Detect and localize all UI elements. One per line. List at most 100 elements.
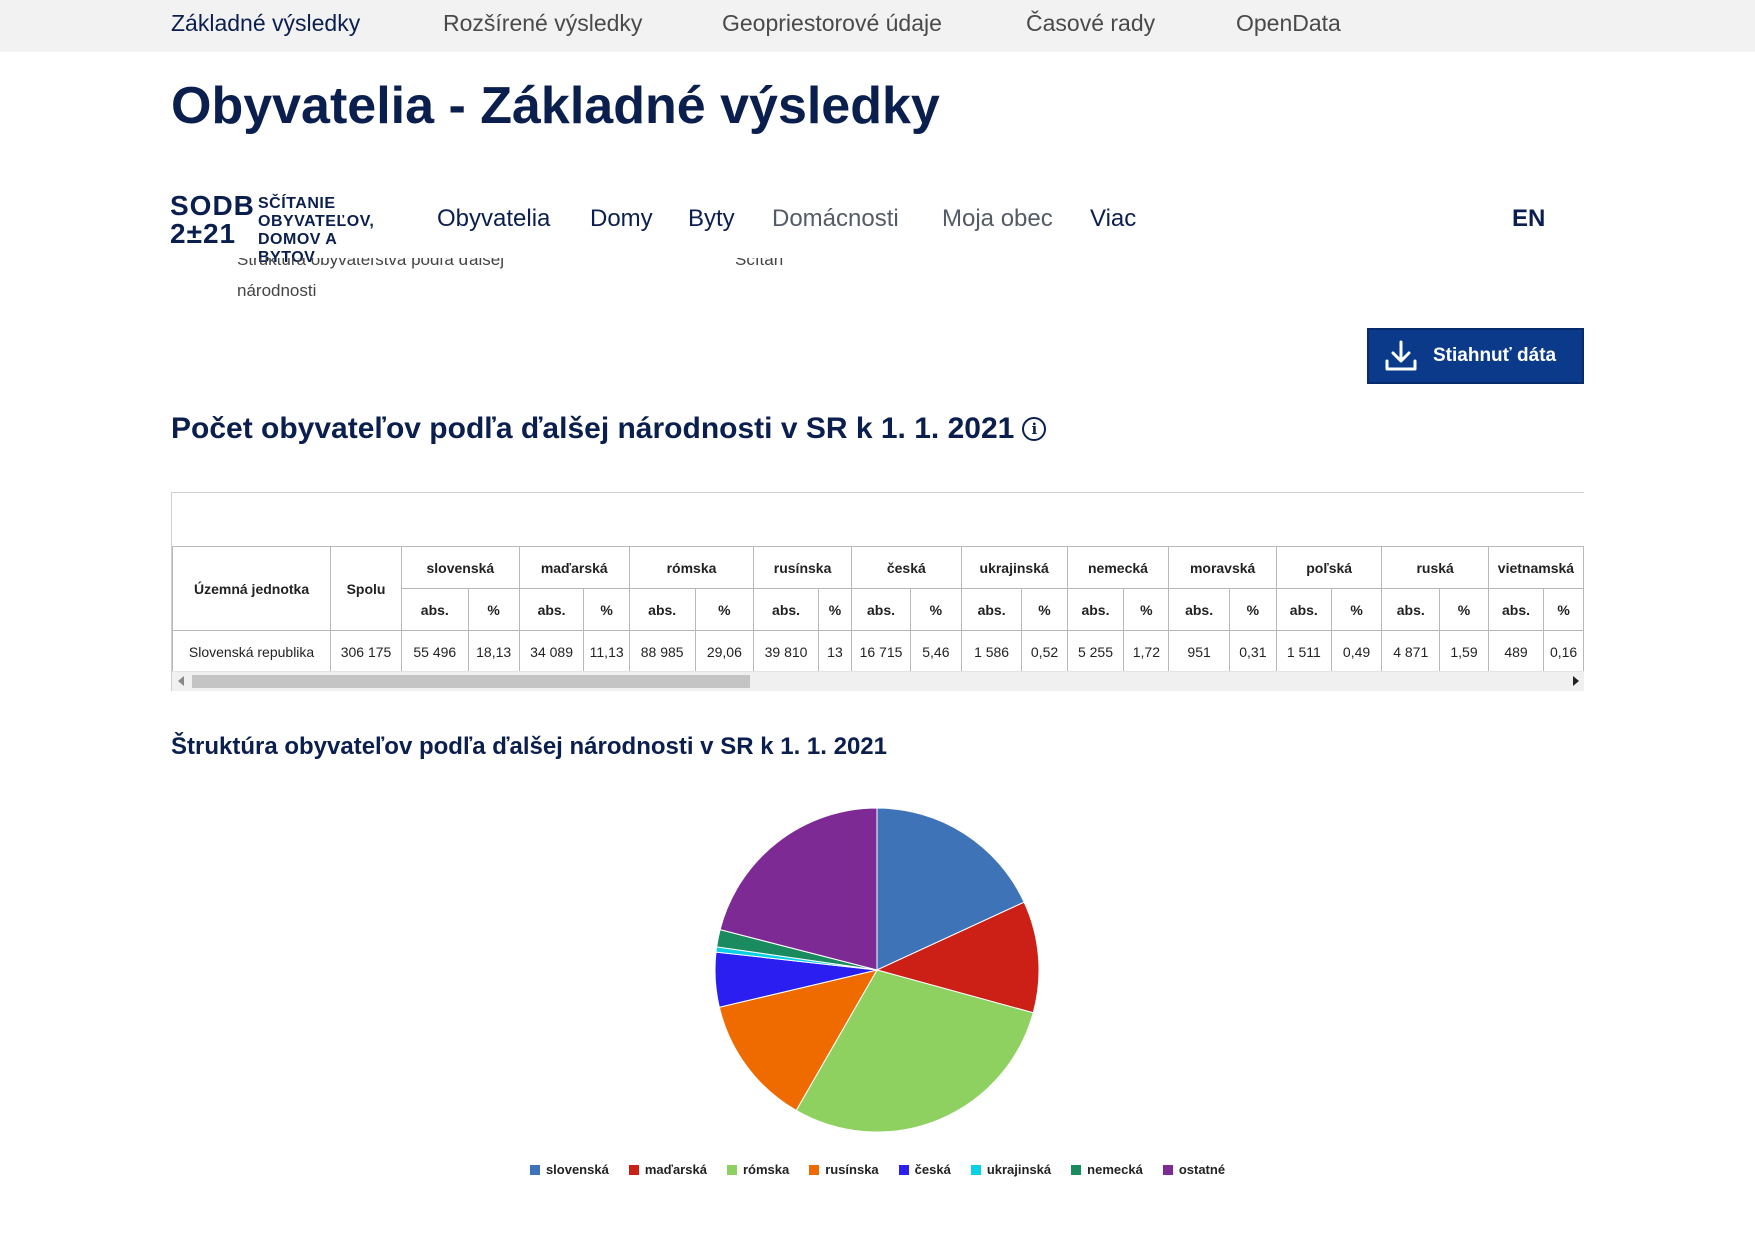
cell-total: 306 175 [330,630,402,673]
legend-item[interactable]: ukrajinská [970,1162,1052,1177]
legend-label: maďarská [644,1162,707,1177]
top-tabs-bar: Základné výsledky Rozšírené výsledky Geo… [0,0,1755,52]
cell-pct: 29,06 [694,630,755,673]
sub-header-pct: % [1228,588,1277,631]
group-header: slovenská [400,546,520,589]
legend-label: slovenská [545,1162,609,1177]
nav-byty[interactable]: Byty [688,205,735,233]
tab-rozsirene-vysledky[interactable]: Rozšírené výsledky [443,10,642,37]
group-header: moravská [1168,546,1277,589]
logo-mark-line2: 2±21 [170,218,237,249]
sub-header-abs: abs. [753,588,819,631]
tab-casove-rady[interactable]: Časové rady [1026,10,1155,37]
nav-domacnosti[interactable]: Domácnosti [772,205,899,233]
group-header: ukrajinská [960,546,1068,589]
nav-moja-obec[interactable]: Moja obec [942,205,1053,233]
horizontal-scrollbar[interactable] [172,671,1584,691]
tab-zakladne-vysledky[interactable]: Základné výsledky [171,10,360,37]
cell-pct: 18,13 [467,630,520,673]
language-switch[interactable]: EN [1512,205,1545,233]
legend-swatch [970,1164,981,1175]
legend-swatch [529,1164,540,1175]
cell-pct: 0,52 [1021,630,1068,673]
sub-header-pct: % [910,588,962,631]
logo-mark: SODB 2±21 [170,192,255,248]
pie-chart [714,807,1040,1133]
cell-pct: 0,31 [1228,630,1277,673]
cell-abs: 1 511 [1275,630,1332,673]
col-header-total: Spolu [330,546,402,631]
group-header: poľská [1275,546,1383,589]
legend-item[interactable]: maďarská [628,1162,707,1177]
legend-item[interactable]: rusínska [809,1162,879,1177]
info-icon[interactable]: i [1022,417,1047,441]
legend-item[interactable]: nemecká [1071,1162,1143,1177]
tab-opendata[interactable]: OpenData [1236,10,1341,37]
legend-swatch [1071,1164,1082,1175]
group-header: česká [850,546,962,589]
scroll-left-icon[interactable] [178,676,184,686]
sub-header-pct: % [817,588,852,631]
cell-abs: 16 715 [850,630,912,673]
logo-text: SČÍTANIE OBYVATEĽOV, DOMOV A BYTOV [258,195,390,267]
sub-header-pct: % [1439,588,1489,631]
sub-header-abs: abs. [1381,588,1441,631]
cell-abs: 1 586 [960,630,1023,673]
legend-item[interactable]: slovenská [529,1162,609,1177]
legend-swatch [809,1164,820,1175]
sub-header-abs: abs. [850,588,912,631]
group-header: maďarská [518,546,630,589]
breadcrumb-overlap-2: Sčítan [735,258,805,274]
scroll-right-icon[interactable] [1573,676,1579,686]
download-icon [1385,340,1417,371]
sub-header-pct: % [467,588,520,631]
group-header: rómska [628,546,755,589]
logo-mark-line1: SODB [170,190,255,221]
sub-header-abs: abs. [1275,588,1332,631]
cell-abs: 55 496 [400,630,469,673]
download-label: Stiahnuť dáta [1433,345,1557,366]
cell-abs: 4 871 [1381,630,1441,673]
download-data-button[interactable]: Stiahnuť dáta [1367,328,1584,384]
sub-header-abs: abs. [960,588,1023,631]
sub-header-pct: % [1021,588,1068,631]
legend-label: ukrajinská [986,1162,1052,1177]
legend-item[interactable]: ostatné [1162,1162,1225,1177]
logo-text-line2: OBYVATEĽOV, [258,213,375,230]
cell-abs: 951 [1168,630,1230,673]
breadcrumb-overlap-1: Štruktúra obyvateľstva podľa ďalšej [237,258,537,274]
legend-swatch [726,1164,737,1175]
nav-viac[interactable]: Viac [1090,205,1136,233]
sodb-logo[interactable]: SODB 2±21 SČÍTANIE OBYVATEĽOV, DOMOV A B… [170,192,390,267]
logo-text-line1: SČÍTANIE [258,195,336,212]
cell-abs: 39 810 [753,630,819,673]
sub-header-abs: abs. [1487,588,1545,631]
cell-abs: 34 089 [518,630,585,673]
legend-label: rusínska [825,1162,879,1177]
legend-swatch [898,1164,909,1175]
legend-label: rómska [742,1162,790,1177]
sub-header-pct: % [1543,588,1584,631]
legend-swatch [1162,1164,1173,1175]
group-header: vietnamská [1487,546,1584,589]
group-header: ruská [1381,546,1489,589]
scrollbar-thumb[interactable] [192,675,750,688]
cell-abs: 88 985 [628,630,696,673]
breadcrumb-ghost-text-2: Sčítan [735,258,784,269]
cell-abs: 489 [1487,630,1545,673]
legend-swatch [628,1164,639,1175]
sub-header-pct: % [1330,588,1383,631]
cell-pct: 13 [817,630,852,673]
legend-item[interactable]: česká [898,1162,951,1177]
legend-item[interactable]: rómska [726,1162,790,1177]
table-heading: Počet obyvateľov podľa ďalšej národnosti… [171,412,1047,446]
sub-header-abs: abs. [1168,588,1230,631]
tab-geopriestorove-udaje[interactable]: Geopriestorové údaje [722,10,942,37]
nav-obyvatelia[interactable]: Obyvatelia [437,205,550,233]
data-table-container: Územná jednotka Spolu slovenská maďarská… [171,492,1584,691]
chart-legend: slovenská maďarská rómska rusínska česká ukra… [0,1162,1755,1177]
nav-domy[interactable]: Domy [590,205,653,233]
legend-label: nemecká [1087,1162,1143,1177]
col-header-unit: Územná jednotka [172,546,332,631]
breadcrumb[interactable]: národnosti [237,281,316,301]
